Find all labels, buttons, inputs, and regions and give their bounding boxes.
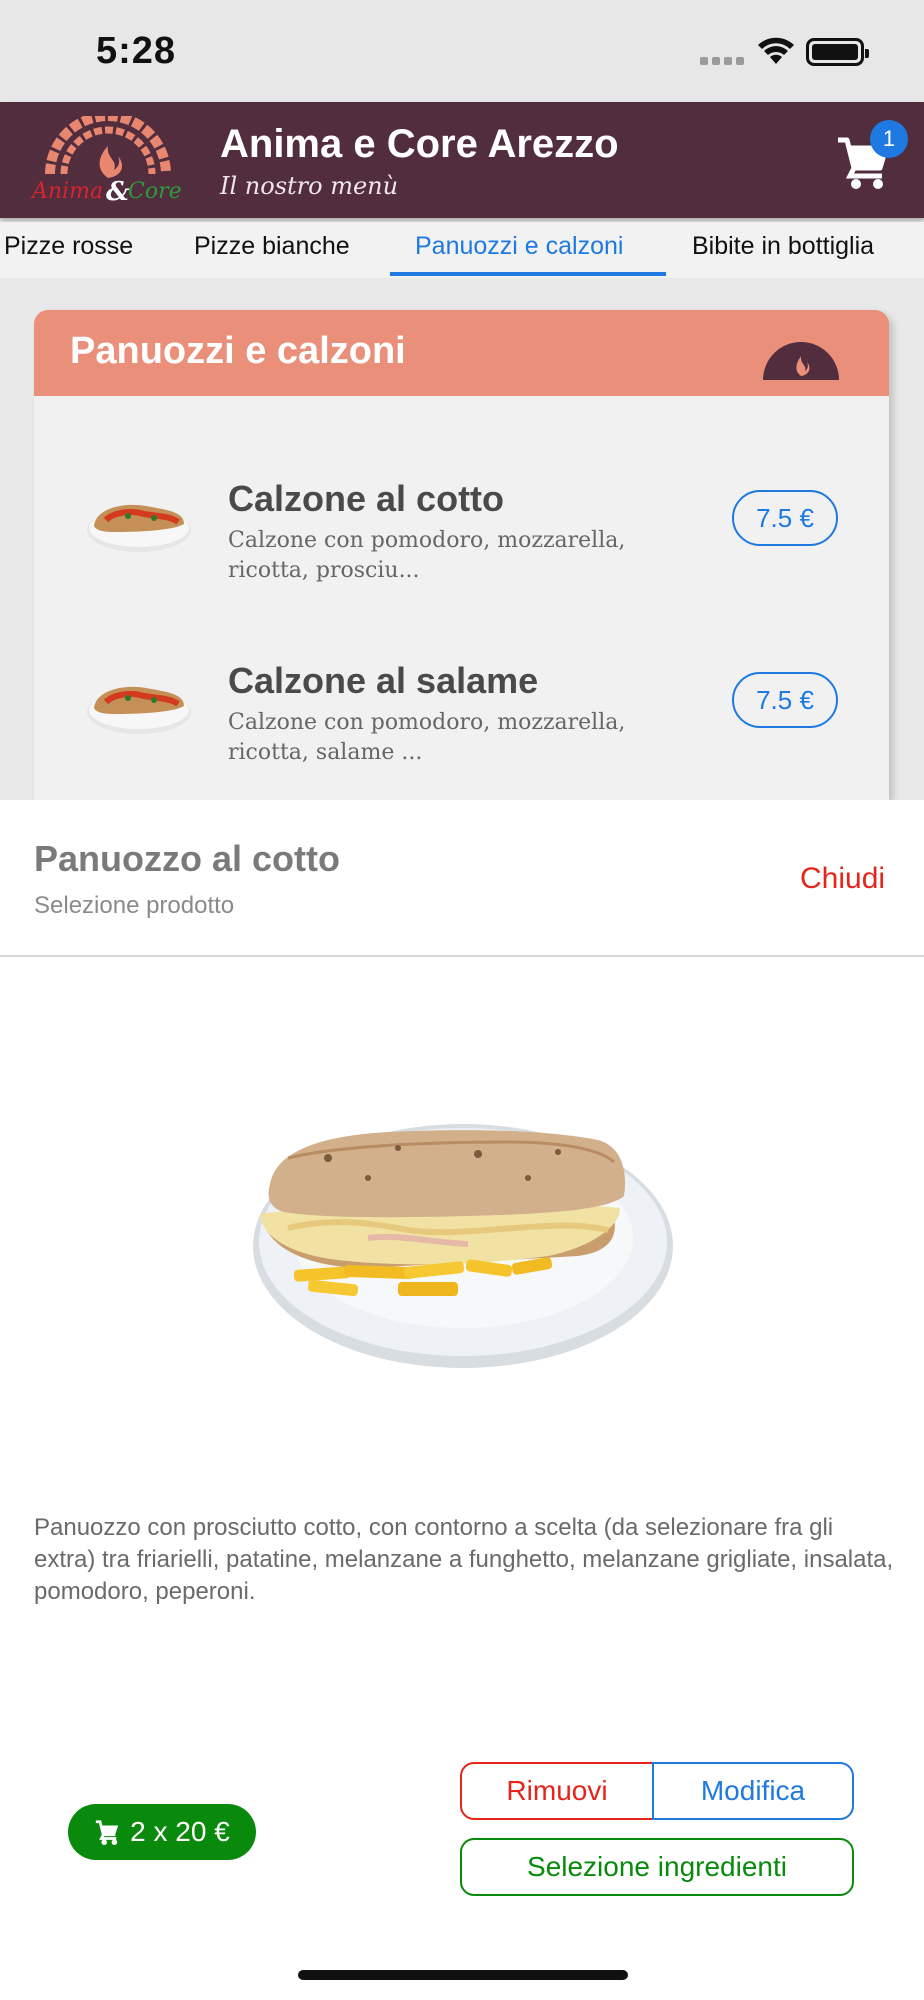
select-ingredients-button[interactable]: Selezione ingredienti — [460, 1838, 854, 1896]
remove-button[interactable]: Rimuovi — [460, 1762, 654, 1820]
quantity-label: 2 x 20 € — [130, 1816, 230, 1847]
item-name: Calzone al cotto — [228, 478, 505, 519]
divider — [0, 955, 924, 957]
item-price-button[interactable]: 7.5 € — [732, 490, 838, 546]
sheet-title: Panuozzo al cotto — [34, 838, 340, 879]
cart-quantity-pill[interactable]: 2 x 20 € — [68, 1804, 256, 1860]
battery-icon — [806, 38, 869, 66]
item-price-button[interactable]: 7.5 € — [732, 672, 838, 728]
item-description: Calzone con pomodoro, mozzarella, ricott… — [228, 528, 626, 583]
tab-bibite-in-bottiglia[interactable]: Bibite in bottiglia — [692, 232, 874, 261]
svg-text:&: & — [106, 177, 130, 206]
calzone-image — [87, 686, 191, 734]
tab-pizze-bianche[interactable]: Pizze bianche — [194, 232, 350, 261]
wifi-icon — [758, 37, 794, 64]
category-card: Panuozzi e calzoni Calzone al cotto Calz… — [34, 310, 889, 800]
close-button[interactable]: Chiudi — [800, 862, 885, 896]
product-description: Panuozzo con prosciutto cotto, con conto… — [34, 1514, 894, 1605]
app-subtitle: Il nostro menù — [220, 172, 399, 200]
item-name: Calzone al salame — [228, 660, 539, 701]
status-time: 5:28 — [96, 30, 177, 72]
category-title: Panuozzi e calzoni — [70, 330, 406, 372]
cart-icon — [96, 1820, 119, 1845]
tab-pizze-rosse[interactable]: Pizze rosse — [4, 232, 133, 261]
svg-text:Anima: Anima — [30, 179, 103, 204]
calzone-image — [87, 504, 191, 552]
category-tabs: Pizze rosse Pizze bianche Panuozzi e cal… — [0, 222, 924, 278]
item-description: Calzone con pomodoro, mozzarella, ricott… — [228, 710, 626, 765]
cellular-signal-icon — [700, 57, 744, 65]
menu-item[interactable]: Calzone al cotto Calzone con pomodoro, m… — [34, 396, 889, 583]
status-bar: 5:28 — [0, 0, 924, 102]
app-header: Anima & Core Anima e Core Arezzo Il nost… — [0, 102, 924, 218]
sheet-subtitle: Selezione prodotto — [34, 892, 235, 919]
cart-count-badge: 1 — [870, 120, 908, 158]
restaurant-logo: Anima & Core — [30, 116, 182, 206]
category-header: Panuozzi e calzoni — [34, 310, 889, 396]
svg-text:Core: Core — [128, 179, 182, 204]
app-title: Anima e Core Arezzo — [220, 122, 619, 166]
oven-logo-icon — [763, 342, 839, 380]
active-tab-indicator — [390, 272, 666, 276]
edit-button[interactable]: Modifica — [652, 1762, 854, 1820]
tab-panuozzi-e-calzoni[interactable]: Panuozzi e calzoni — [415, 232, 623, 261]
menu-item[interactable]: Calzone al salame Calzone con pomodoro, … — [34, 578, 889, 765]
home-indicator — [298, 1970, 628, 1980]
panuozzo-image — [253, 1124, 673, 1368]
product-detail-sheet: Panuozzo al cotto Selezione prodotto Chi… — [0, 800, 924, 2000]
